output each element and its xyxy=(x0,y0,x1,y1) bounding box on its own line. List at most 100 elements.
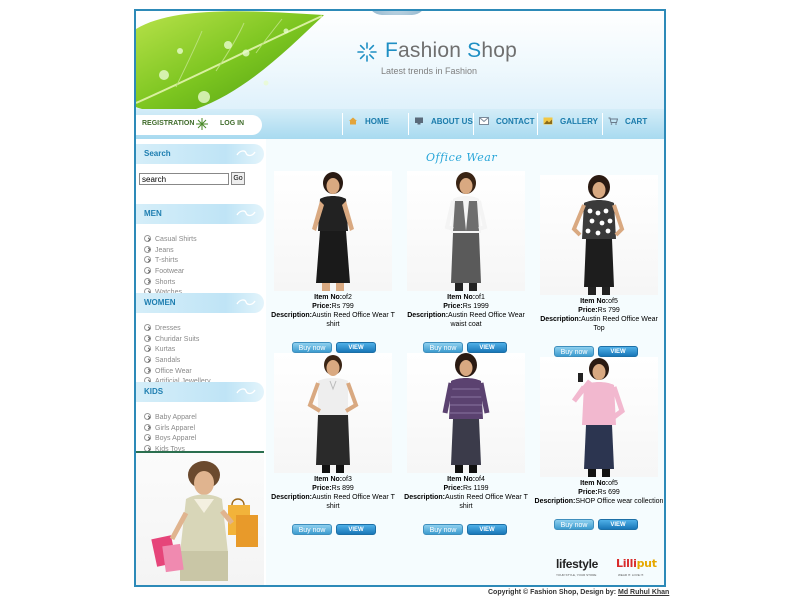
view-button[interactable]: VIEW xyxy=(467,342,507,353)
sidebar-item-casual-shirts[interactable]: Casual Shirts xyxy=(144,235,197,246)
product-photo[interactable] xyxy=(407,353,525,473)
product-card: Item No:of2 Price:Rs 799 Description:Aus… xyxy=(268,171,398,356)
nav-contact-label: CONTACT xyxy=(496,117,535,126)
nav-divider xyxy=(602,113,603,135)
arrow-bullet-icon xyxy=(144,413,151,420)
view-button[interactable]: VIEW xyxy=(598,519,638,530)
arrow-bullet-icon xyxy=(144,356,151,364)
sidebar-item-footwear[interactable]: Footwear xyxy=(144,267,197,278)
product-photo[interactable] xyxy=(540,175,658,295)
search-go-button[interactable]: Go xyxy=(231,172,245,185)
nav-divider xyxy=(537,113,538,135)
arrow-bullet-icon xyxy=(144,423,151,431)
nav-divider xyxy=(342,113,343,135)
product-price: Rs 1999 xyxy=(462,303,489,310)
buy-now-button[interactable]: Buy now xyxy=(292,524,332,535)
product-description: Austin Reed Office Wear T shirt xyxy=(311,494,395,510)
model-figure xyxy=(444,172,488,291)
product-card: Item No:of3 Price:Rs 899 Description:Aus… xyxy=(268,353,398,538)
sidebar-item-boys-apparel[interactable]: Boys Apparel xyxy=(144,434,197,445)
swirl-icon xyxy=(236,388,256,395)
product-item-no: of1 xyxy=(475,294,485,301)
nav-home[interactable]: HOME xyxy=(348,117,389,133)
product-price: Rs 699 xyxy=(597,489,620,496)
men-list: Casual Shirts Jeans T-shirts Footwear Sh… xyxy=(144,235,197,299)
nav-gallery[interactable]: GALLERY xyxy=(543,117,598,133)
product-info: Item No:of1 Price:Rs 1999 Description:Au… xyxy=(407,294,525,328)
sidebar-item-jeans[interactable]: Jeans xyxy=(144,245,197,257)
men-heading-label: MEN xyxy=(144,209,162,218)
product-description: Austin Reed Office Wear T shirt xyxy=(444,494,528,510)
product-price: Rs 799 xyxy=(597,307,620,314)
lilliput-logo[interactable]: Lilliput xyxy=(616,557,657,570)
nav-contact[interactable]: CONTACT xyxy=(479,117,535,133)
sidebar-item-sandals[interactable]: Sandals xyxy=(144,356,211,367)
login-link[interactable]: LOG IN xyxy=(220,120,244,127)
nav-cart-label: CART xyxy=(625,117,648,126)
sidebar-item-shorts[interactable]: Shorts xyxy=(144,277,197,289)
header: Fashion Shop Latest trends in Fashion xyxy=(136,11,664,111)
section-title: Office Wear xyxy=(426,151,498,164)
sidebar-item-kurtas[interactable]: Kurtas xyxy=(144,345,211,356)
product-item-no: of5 xyxy=(608,480,618,487)
buy-now-button[interactable]: Buy now xyxy=(423,342,463,353)
footer: Copyright © Fashion Shop, Design by: Md … xyxy=(488,589,669,596)
sparkle-icon xyxy=(196,118,208,130)
home-icon xyxy=(349,117,357,125)
arrow-bullet-icon xyxy=(144,235,151,242)
product-price: Rs 799 xyxy=(331,303,354,310)
product-card: Item No:of4 Price:Rs 1199 Description:Au… xyxy=(401,353,531,538)
product-info: Item No:of4 Price:Rs 1199 Description:Au… xyxy=(404,476,528,510)
registration-link[interactable]: REGISTRATION xyxy=(142,120,194,127)
product-photo[interactable] xyxy=(274,353,392,473)
buy-now-button[interactable]: Buy now xyxy=(423,524,463,535)
product-photo[interactable] xyxy=(274,171,392,291)
buy-now-button[interactable]: Buy now xyxy=(554,346,594,357)
lifestyle-logo[interactable]: lifestyle xyxy=(556,557,598,571)
search-input[interactable] xyxy=(139,173,229,185)
cart-icon xyxy=(608,117,618,125)
arrow-bullet-icon xyxy=(144,366,151,374)
sidebar-item-churidar-suits[interactable]: Churidar Suits xyxy=(144,334,211,346)
sidebar-item-girls-apparel[interactable]: Girls Apparel xyxy=(144,423,197,435)
women-heading-label: WOMEN xyxy=(144,298,176,307)
view-button[interactable]: VIEW xyxy=(467,524,507,535)
product-item-no: of2 xyxy=(342,294,352,301)
nav-cart[interactable]: CART xyxy=(608,117,647,133)
image-icon xyxy=(543,117,553,125)
product-photo[interactable] xyxy=(407,171,525,291)
sidebar-item-t-shirts[interactable]: T-shirts xyxy=(144,256,197,267)
nav-about-us[interactable]: ABOUT US xyxy=(414,117,473,133)
product-photo[interactable] xyxy=(540,357,658,477)
view-button[interactable]: VIEW xyxy=(336,342,376,353)
designer-link[interactable]: Md Ruhul Khan xyxy=(618,589,669,596)
product-info: Item No:of5 Price:Rs 699 Description:SHO… xyxy=(534,480,664,505)
product-item-no: of4 xyxy=(475,476,485,483)
kids-list: Baby Apparel Girls Apparel Boys Apparel … xyxy=(144,413,197,456)
product-description: Austin Reed Office Wear T shirt xyxy=(311,312,395,328)
sidebar-item-office-wear[interactable]: Office Wear xyxy=(144,366,211,378)
auth-links: REGISTRATION LOG IN xyxy=(136,115,262,135)
sunburst-logo-icon xyxy=(357,42,377,62)
buy-now-button[interactable]: Buy now xyxy=(292,342,332,353)
nav-bar: REGISTRATION LOG IN HOME ABOUT US CONTAC… xyxy=(136,109,664,139)
brand-logos: lifestyle YOUR STYLE, YOUR STORE Lillipu… xyxy=(554,551,664,585)
page-frame: Fashion Shop Latest trends in Fashion RE… xyxy=(134,9,666,587)
buy-now-button[interactable]: Buy now xyxy=(554,519,594,530)
swirl-icon xyxy=(236,210,256,217)
tagline: Latest trends in Fashion xyxy=(381,66,478,76)
product-info: Item No:of2 Price:Rs 799 Description:Aus… xyxy=(271,294,395,328)
arrow-bullet-icon xyxy=(144,277,151,285)
arrow-bullet-icon xyxy=(144,256,151,264)
model-figure xyxy=(442,353,490,473)
swirl-icon xyxy=(236,150,256,157)
view-button[interactable]: VIEW xyxy=(598,346,638,357)
nav-gallery-label: GALLERY xyxy=(560,117,598,126)
arrow-bullet-icon xyxy=(144,434,151,442)
nav-about-label: ABOUT US xyxy=(431,117,473,126)
sidebar-item-dresses[interactable]: Dresses xyxy=(144,324,211,335)
nav-divider xyxy=(408,113,409,135)
arrow-bullet-icon xyxy=(144,345,151,353)
sidebar-item-baby-apparel[interactable]: Baby Apparel xyxy=(144,413,197,424)
view-button[interactable]: VIEW xyxy=(336,524,376,535)
